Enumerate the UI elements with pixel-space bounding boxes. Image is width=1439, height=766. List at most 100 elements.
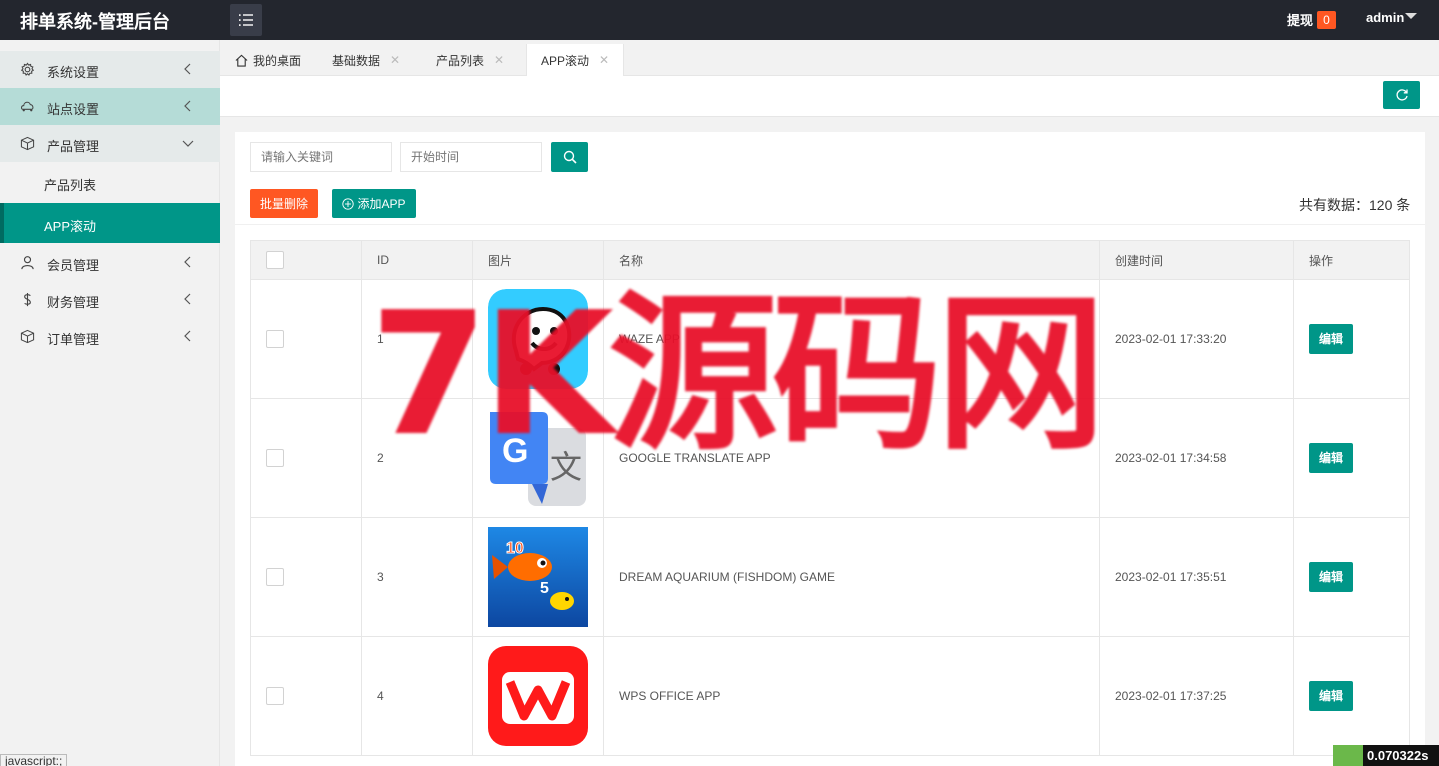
sidebar-item-label: 财务管理 <box>47 295 100 310</box>
add-app-label: 添加APP <box>357 197 406 211</box>
sidebar-subitem-label: 产品列表 <box>44 178 97 193</box>
chevron-left-icon <box>184 100 191 112</box>
sidebar-subitem-app-scroll[interactable]: APP滚动 <box>0 203 220 243</box>
row-created: 2023-02-01 17:37:25 <box>1099 636 1294 756</box>
chevron-left-icon <box>184 293 191 305</box>
row-checkbox[interactable] <box>266 568 284 586</box>
tab-label: 我的桌面 <box>253 53 302 68</box>
keyword-input[interactable] <box>250 142 392 172</box>
add-app-button[interactable]: 添加APP <box>332 189 416 218</box>
sidebar-item-label: 系统设置 <box>47 65 100 80</box>
withdraw-link[interactable]: 提现 <box>1287 10 1313 29</box>
sidebar-subitem-product-list[interactable]: 产品列表 <box>0 162 220 202</box>
row-image-cell <box>472 636 604 756</box>
sidebar-item-label: 产品管理 <box>47 139 100 154</box>
chevron-left-icon <box>184 330 191 342</box>
chevron-down-icon <box>182 140 194 147</box>
plus-circle-icon <box>342 197 355 210</box>
row-select-cell <box>250 279 362 399</box>
caret-down-icon[interactable] <box>1405 13 1417 19</box>
row-checkbox[interactable] <box>266 330 284 348</box>
status-bar-url: javascript:; <box>0 754 68 766</box>
row-created: 2023-02-01 17:34:58 <box>1099 398 1294 518</box>
divider <box>235 224 1425 225</box>
box-icon <box>19 135 35 151</box>
header-select-all <box>250 240 362 280</box>
row-action-cell: 编辑 <box>1293 636 1410 756</box>
row-id: 4 <box>361 636 473 756</box>
chevron-left-icon <box>184 63 191 75</box>
batch-delete-button[interactable]: 批量删除 <box>250 189 318 218</box>
withdraw-count-badge: 0 <box>1317 11 1336 29</box>
tab-bar-background <box>220 40 1439 75</box>
dollar-icon <box>19 291 35 307</box>
svg-text:5: 5 <box>540 580 549 597</box>
tab-desktop[interactable]: 我的桌面 <box>235 44 301 76</box>
row-name: DREAM AQUARIUM (FISHDOM) GAME <box>603 517 1100 637</box>
sidebar-item-label: 站点设置 <box>47 102 100 117</box>
sidebar: 系统设置 站点设置 产品管理 产品列表 APP滚动 会员管理 财务管理 订单管理 <box>0 40 220 766</box>
tab-label: 产品列表 <box>436 53 485 68</box>
sidebar-item-finance-management[interactable]: 财务管理 <box>0 281 220 318</box>
wps-office-app-icon <box>488 646 588 746</box>
row-action-cell: 编辑 <box>1293 279 1410 399</box>
list-icon <box>239 14 253 26</box>
timer-logo-icon <box>1333 745 1363 766</box>
tab-basic-data[interactable]: 基础数据 ✕ <box>332 44 400 76</box>
select-all-checkbox[interactable] <box>266 251 284 269</box>
refresh-button[interactable] <box>1383 81 1420 109</box>
site-icon <box>19 98 35 114</box>
total-count: 共有数据：120 条 <box>1299 197 1411 213</box>
header-image: 图片 <box>472 240 604 280</box>
row-checkbox[interactable] <box>266 687 284 705</box>
app-title: 排单系统-管理后台 <box>20 12 170 32</box>
row-image-cell: 10 5 <box>472 517 604 637</box>
table-row: 3 10 5 DREAM AQUARIUM (FISHDOM) GAME 2023… <box>250 517 1410 637</box>
row-select-cell <box>250 398 362 518</box>
row-checkbox[interactable] <box>266 449 284 467</box>
sidebar-item-system-settings[interactable]: 系统设置 <box>0 51 220 88</box>
tab-label: 基础数据 <box>332 53 381 68</box>
close-icon[interactable]: ✕ <box>599 53 609 67</box>
row-created: 2023-02-01 17:35:51 <box>1099 517 1294 637</box>
top-header: 排单系统-管理后台 提现 0 admin <box>0 0 1439 40</box>
start-time-input[interactable] <box>400 142 542 172</box>
row-id: 3 <box>361 517 473 637</box>
sidebar-item-label: 会员管理 <box>47 258 100 273</box>
user-menu[interactable]: admin <box>1366 10 1404 25</box>
debug-timer: 0.070322s <box>1333 745 1439 766</box>
row-action-cell: 编辑 <box>1293 517 1410 637</box>
close-icon[interactable]: ✕ <box>390 53 400 67</box>
content-header <box>220 76 1439 117</box>
refresh-icon <box>1395 89 1408 101</box>
sidebar-item-product-management[interactable]: 产品管理 <box>0 125 220 162</box>
close-icon[interactable]: ✕ <box>494 53 504 67</box>
tab-app-scroll[interactable]: APP滚动 ✕ <box>526 44 625 76</box>
user-icon <box>19 254 35 270</box>
sidebar-item-site-settings[interactable]: 站点设置 <box>0 88 220 125</box>
tab-product-list[interactable]: 产品列表 ✕ <box>436 44 504 76</box>
sidebar-item-order-management[interactable]: 订单管理 <box>0 318 220 355</box>
search-button[interactable] <box>551 142 588 172</box>
edit-button[interactable]: 编辑 <box>1309 681 1353 711</box>
menu-toggle-button[interactable] <box>230 4 262 36</box>
sidebar-subitem-label: APP滚动 <box>44 219 97 234</box>
timer-value: 0.070322s <box>1363 745 1439 766</box>
row-name: WPS OFFICE APP <box>603 636 1100 756</box>
table-row: 4 WPS OFFICE APP 2023-02-01 17:37:25 编辑 <box>250 636 1410 756</box>
svg-text:10: 10 <box>506 540 524 557</box>
edit-button[interactable]: 编辑 <box>1309 562 1353 592</box>
header-id: ID <box>361 240 473 280</box>
header-created: 创建时间 <box>1099 240 1294 280</box>
sidebar-item-member-management[interactable]: 会员管理 <box>0 244 220 281</box>
row-action-cell: 编辑 <box>1293 398 1410 518</box>
search-icon <box>563 150 577 164</box>
gear-icon <box>19 61 35 77</box>
edit-button[interactable]: 编辑 <box>1309 443 1353 473</box>
chevron-left-icon <box>184 256 191 268</box>
header-action: 操作 <box>1293 240 1410 280</box>
edit-button[interactable]: 编辑 <box>1309 324 1353 354</box>
row-created: 2023-02-01 17:33:20 <box>1099 279 1294 399</box>
header-name: 名称 <box>603 240 1100 280</box>
row-select-cell <box>250 517 362 637</box>
